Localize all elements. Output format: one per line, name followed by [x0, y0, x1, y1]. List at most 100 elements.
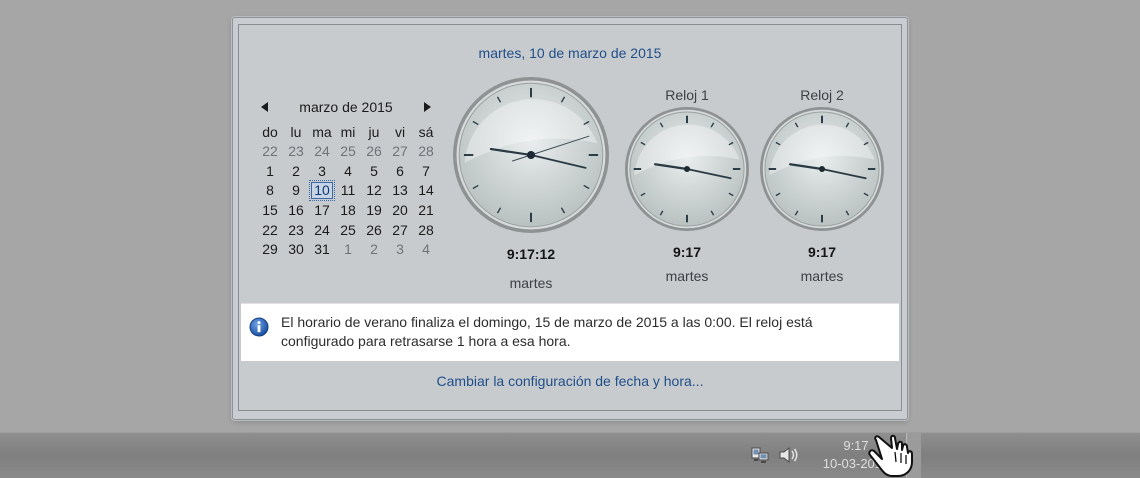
calendar-month-title[interactable]: marzo de 2015 [257, 99, 435, 115]
calendar-day[interactable]: 4 [413, 240, 439, 260]
calendar-navigation: marzo de 2015 [257, 97, 447, 119]
dst-info-line-2: configurado para retrasarse 1 hora a esa… [281, 333, 571, 349]
calendar-day-label: 29 [262, 241, 278, 258]
calendar-day[interactable]: 23 [283, 142, 309, 162]
month-calendar: marzo de 2015 do lu ma mi ju vi sá 22 23 24 25 26 27… [257, 97, 447, 260]
calendar-day-label: 4 [422, 241, 430, 258]
calendar-day-label: 24 [314, 221, 330, 238]
calendar-day[interactable]: 18 [335, 201, 361, 221]
calendar-day-label: 31 [314, 241, 330, 258]
calendar-day[interactable]: 31 [309, 240, 335, 260]
clock-1-day: martes [665, 268, 709, 284]
calendar-day[interactable]: 23 [283, 221, 309, 241]
calendar-day[interactable]: 15 [257, 201, 283, 221]
calendar-day[interactable]: 1 [335, 240, 361, 260]
change-date-time-settings-link[interactable]: Cambiar la configuración de fecha y hora… [239, 373, 901, 389]
calendar-day-label: 2 [292, 162, 300, 179]
calendar-day[interactable]: 22 [257, 221, 283, 241]
current-date-link[interactable]: martes, 10 de marzo de 2015 [239, 45, 901, 61]
calendar-day[interactable]: 17 [309, 201, 335, 221]
calendar-day-label: 6 [396, 162, 404, 179]
calendar-day-label: 18 [340, 202, 356, 219]
clock-center-pin [819, 166, 825, 172]
calendar-day[interactable]: 2 [361, 240, 387, 260]
calendar-day[interactable]: 3 [309, 162, 335, 182]
calendar-day[interactable]: 8 [257, 181, 283, 201]
calendar-day[interactable]: 13 [387, 181, 413, 201]
calendar-day[interactable]: 3 [387, 240, 413, 260]
weekday-header: vi [394, 124, 406, 140]
calendar-day-label: 30 [288, 241, 304, 258]
calendar-day[interactable]: 24 [309, 142, 335, 162]
calendar-day-label: 24 [314, 143, 330, 159]
calendar-day[interactable]: 7 [413, 162, 439, 182]
calendar-day-label: 9 [292, 182, 300, 199]
calendar-day[interactable]: 29 [257, 240, 283, 260]
calendar-day-label: 2 [370, 241, 378, 258]
calendar-day[interactable]: 25 [335, 221, 361, 241]
calendar-day[interactable]: 12 [361, 181, 387, 201]
dst-info-text: El horario de verano finaliza el domingo… [281, 313, 871, 351]
calendar-day-label: 10 [309, 180, 335, 202]
calendar-day[interactable]: 30 [283, 240, 309, 260]
calendar-day[interactable]: 20 [387, 201, 413, 221]
calendar-day-label: 23 [288, 221, 304, 238]
calendar-day-label: 27 [392, 221, 408, 238]
weekday-header: lu [290, 124, 302, 140]
calendar-day-label: 22 [262, 221, 278, 238]
calendar-day[interactable]: 27 [387, 142, 413, 162]
calendar-day[interactable]: 9 [283, 181, 309, 201]
calendar-day-label: 20 [392, 202, 408, 219]
triangle-right-icon [424, 102, 431, 112]
calendar-grid: do lu ma mi ju vi sá 22 23 24 25 26 27 28 1 2 3 4 5 6 7 8 9 10 1… [257, 123, 447, 260]
calendar-day[interactable]: 22 [257, 142, 283, 162]
calendar-day[interactable]: 11 [335, 181, 361, 201]
calendar-day[interactable]: 16 [283, 201, 309, 221]
calendar-day[interactable]: 27 [387, 221, 413, 241]
calendar-day-label: 1 [344, 241, 352, 258]
dst-info-bar: El horario de verano finaliza el domingo… [241, 303, 899, 361]
calendar-day-label: 17 [314, 202, 330, 219]
weekday-header: do [262, 124, 278, 140]
hand-cursor-icon [868, 434, 913, 477]
clock-1-time: 9:17 [672, 244, 702, 260]
calendar-day-label: 25 [340, 143, 356, 159]
calendar-day[interactable]: 19 [361, 201, 387, 221]
calendar-day-label: 5 [370, 162, 378, 179]
calendar-day[interactable]: 24 [309, 221, 335, 241]
analog-clock-1 [625, 107, 749, 231]
network-icon[interactable] [750, 445, 770, 465]
speaker-icon[interactable] [778, 445, 800, 465]
calendar-day[interactable]: 26 [361, 221, 387, 241]
calendar-day-label: 3 [396, 241, 404, 258]
calendar-day-label: 11 [340, 182, 356, 199]
clock-center-pin [527, 151, 535, 159]
calendar-day-label: 14 [418, 182, 434, 199]
calendar-day[interactable]: 5 [361, 162, 387, 182]
weekday-header: sá [418, 124, 434, 140]
calendar-day[interactable]: 1 [257, 162, 283, 182]
calendar-day[interactable]: 25 [335, 142, 361, 162]
calendar-day-label: 25 [340, 221, 356, 238]
calendar-day-today[interactable]: 10 [309, 180, 335, 202]
main-clock-time: 9:17:12 [506, 246, 556, 262]
calendar-day-label: 8 [266, 182, 274, 199]
clock-2-caption: Reloj 2 [800, 87, 844, 103]
next-month-button[interactable] [421, 101, 433, 113]
calendar-day-label: 15 [262, 202, 278, 219]
clock-2-time: 9:17 [807, 244, 837, 260]
calendar-day[interactable]: 14 [413, 181, 439, 201]
calendar-day[interactable]: 28 [413, 221, 439, 241]
calendar-day[interactable]: 21 [413, 201, 439, 221]
main-clock-day: martes [509, 275, 553, 291]
calendar-day[interactable]: 26 [361, 142, 387, 162]
calendar-day[interactable]: 4 [335, 162, 361, 182]
calendar-day[interactable]: 28 [413, 142, 439, 162]
calendar-day[interactable]: 6 [387, 162, 413, 182]
calendar-day[interactable]: 2 [283, 162, 309, 182]
clock-2-day: martes [800, 268, 844, 284]
analog-clock-2 [760, 107, 884, 231]
weekday-header: mi [340, 124, 356, 140]
calendar-day-label: 26 [366, 143, 382, 159]
calendar-day-label: 28 [418, 221, 434, 238]
